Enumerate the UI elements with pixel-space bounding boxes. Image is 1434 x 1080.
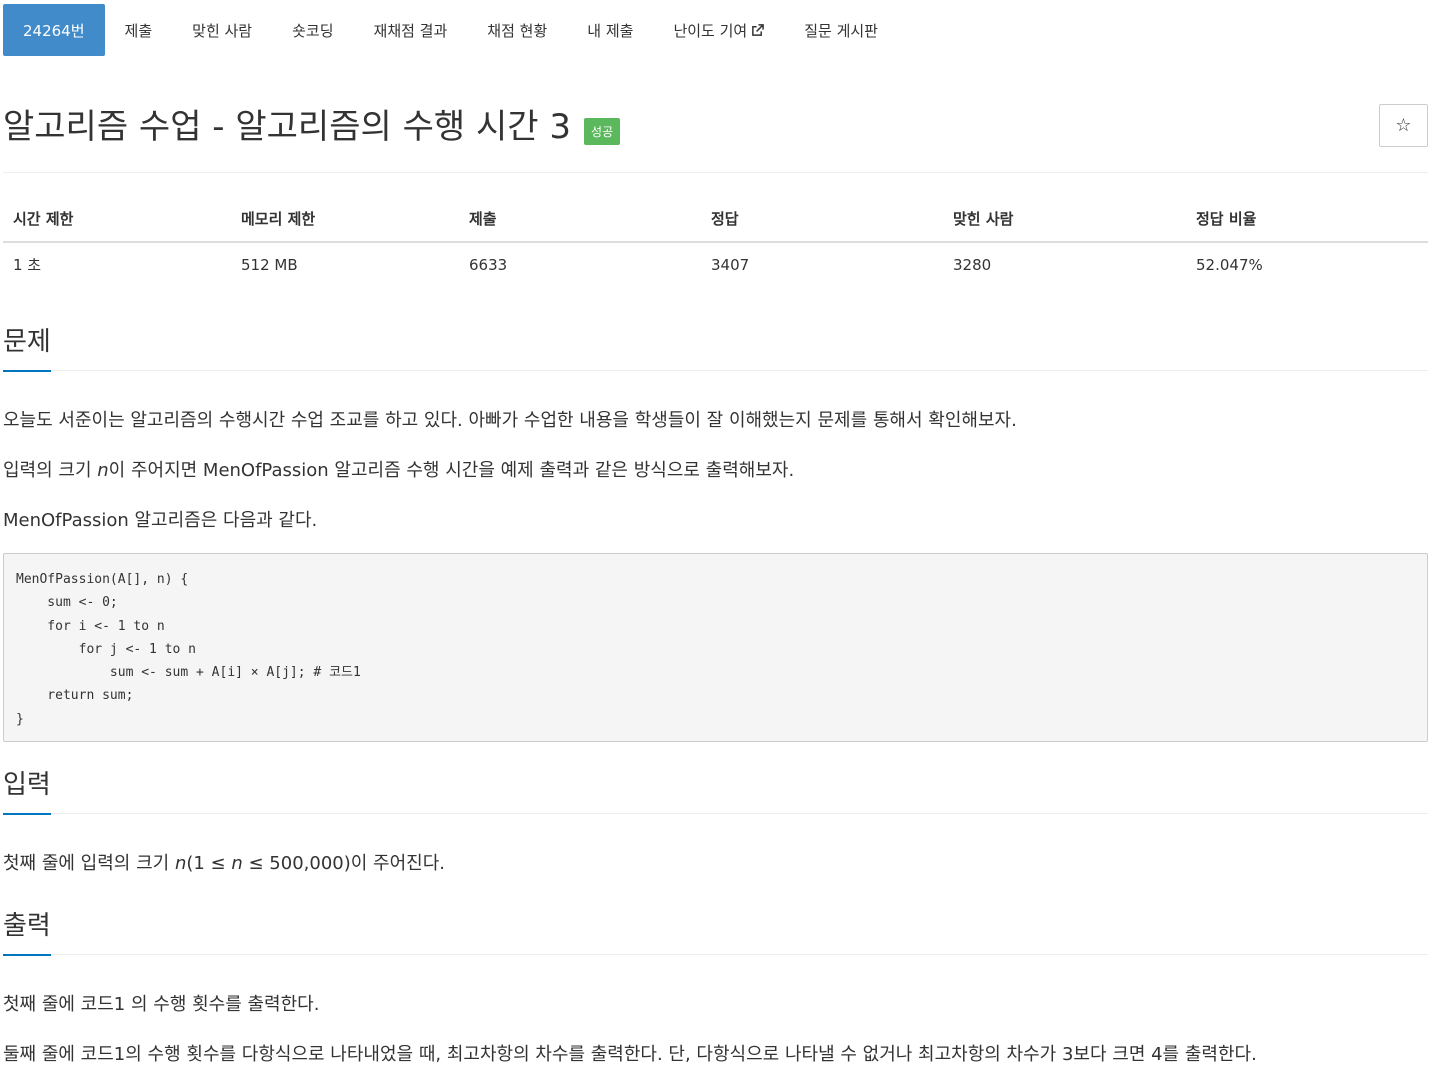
heading-input: 입력 [3,767,51,815]
tab-label: 맞힌 사람 [192,21,253,40]
tab-label: 난이도 기여 [673,21,748,40]
tab-label: 내 제출 [587,21,634,40]
math-var: n [174,853,187,874]
cell-solved-users: 3280 [953,255,992,274]
title-row: 알고리즘 수업 - 알고리즘의 수행 시간 3 성공 ☆ [3,104,1428,154]
divider [3,813,1428,814]
description-paragraph-3: MenOfPassion 알고리즘은 다음과 같다. [3,510,318,531]
tab-label: 제출 [124,21,153,40]
tab-label: 채점 현황 [487,21,548,40]
tab-submit[interactable]: 제출 [105,4,173,56]
col-accept-rate: 정답 비율 [1186,196,1428,243]
text: 이 주어지면 MenOfPassion 알고리즘 수행 시간을 예제 출력과 같… [108,460,795,481]
math-var: n [97,460,109,481]
external-link-icon [752,23,765,36]
tab-problem-number[interactable]: 24264번 [3,4,105,56]
tab-rejudge-results[interactable]: 재채점 결과 [354,4,468,56]
col-accepted: 정답 [701,196,943,243]
cell-submissions: 6633 [469,255,508,274]
input-paragraph: 첫째 줄에 입력의 크기 n(1 ≤ n ≤ 500,000)이 주어진다. [3,851,1428,877]
divider [3,370,1428,371]
cell-accepted: 3407 [711,255,750,274]
description-paragraph-2: 입력의 크기 n이 주어지면 MenOfPassion 알고리즘 수행 시간을 … [3,458,1428,484]
table-row: 1 초 512 MB 6633 3407 3280 52.047% [3,242,1428,286]
tab-label: 숏코딩 [292,21,334,40]
tab-label: 재채점 결과 [373,21,448,40]
section-input-heading: 입력 [3,767,1428,815]
tab-label: 질문 게시판 [804,21,878,40]
text: (1 ≤ [186,853,232,874]
text: ≤ 500,000)이 주어진다. [242,853,446,874]
heading-description: 문제 [3,324,51,372]
tab-difficulty-contribution[interactable]: 난이도 기여 [653,4,784,56]
section-output-heading: 출력 [3,908,1428,956]
cell-time-limit: 1 초 [13,256,42,274]
code-block: MenOfPassion(A[], n) { sum <- 0; for i <… [3,553,1428,742]
star-button[interactable]: ☆ [1379,104,1428,147]
cell-accept-rate: 52.047% [1196,255,1263,274]
section-description-heading: 문제 [3,324,1428,372]
cell-memory-limit: 512 MB [241,255,298,274]
tab-judge-status[interactable]: 채점 현황 [467,4,567,56]
code-text: MenOfPassion(A[], n) { sum <- 0; for i <… [16,572,361,727]
problem-info-table: 시간 제한 메모리 제한 제출 정답 맞힌 사람 정답 비율 1 초 512 M… [3,196,1428,286]
tab-solved-users[interactable]: 맞힌 사람 [172,4,272,56]
heading-output: 출력 [3,908,51,956]
star-icon: ☆ [1395,115,1412,136]
math-var: n [231,853,243,874]
output-paragraph-1: 첫째 줄에 코드1 의 수행 횟수를 출력한다. [3,994,320,1015]
tab-short-coding[interactable]: 숏코딩 [272,4,353,56]
problem-title: 알고리즘 수업 - 알고리즘의 수행 시간 3 [3,107,571,147]
divider [3,172,1428,173]
table-header-row: 시간 제한 메모리 제한 제출 정답 맞힌 사람 정답 비율 [3,196,1428,243]
description-paragraph-1: 오늘도 서준이는 알고리즘의 수행시간 수업 조교를 하고 있다. 아빠가 수업… [3,410,1017,431]
col-time-limit: 시간 제한 [3,196,231,243]
tab-my-submissions[interactable]: 내 제출 [567,4,653,56]
tab-label: 24264번 [23,21,85,40]
problem-menu-tabs: 24264번 제출 맞힌 사람 숏코딩 재채점 결과 채점 현황 내 제출 난이… [3,4,898,56]
col-solved-users: 맞힌 사람 [943,196,1186,243]
status-badge: 성공 [584,117,621,145]
col-submissions: 제출 [459,196,701,243]
divider [3,954,1428,955]
tab-question-board[interactable]: 질문 게시판 [784,4,898,56]
text: 첫째 줄에 입력의 크기 [3,853,175,874]
text: 입력의 크기 [3,460,98,481]
col-memory-limit: 메모리 제한 [231,196,459,243]
output-paragraph-2: 둘째 줄에 코드1의 수행 횟수를 다항식으로 나타내었을 때, 최고차항의 차… [3,1044,1257,1065]
